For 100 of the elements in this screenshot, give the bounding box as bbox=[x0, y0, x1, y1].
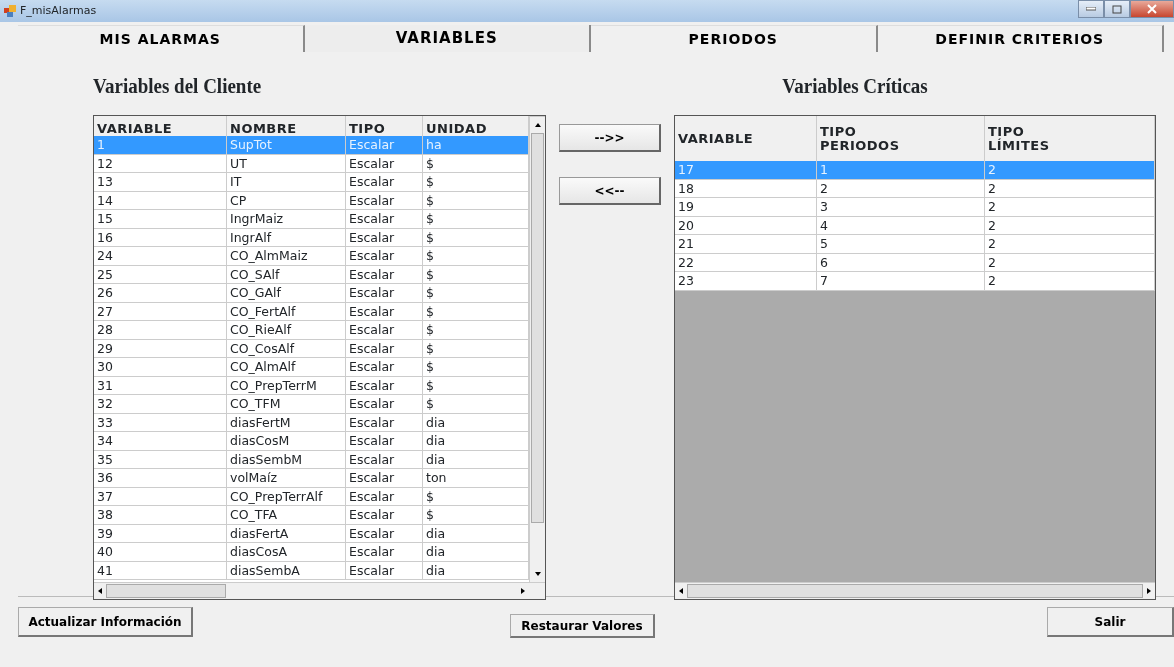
table-cell: Escalar bbox=[346, 302, 423, 320]
app-icon bbox=[4, 5, 16, 17]
section-heading: Variables del Cliente bbox=[93, 72, 263, 99]
table-cell: CO_CosAlf bbox=[227, 339, 346, 357]
table-row[interactable]: 33 diasFertM Escalar dia bbox=[94, 413, 529, 432]
maximize-button[interactable] bbox=[1104, 0, 1130, 18]
table-cell: 38 bbox=[94, 506, 227, 524]
horizontal-scrollbar[interactable] bbox=[675, 582, 1155, 599]
table-cell: Escalar bbox=[346, 173, 423, 191]
table-cell: CO_PrepTerrAlf bbox=[227, 487, 346, 505]
table-row[interactable]: 15 IngrMaiz Escalar $ bbox=[94, 210, 529, 229]
table-cell: Escalar bbox=[346, 265, 423, 283]
table-cell: diasCosM bbox=[227, 432, 346, 450]
table-row[interactable]: 32 CO_TFM Escalar $ bbox=[94, 395, 529, 414]
table-cell: Escalar bbox=[346, 469, 423, 487]
table-cell: 37 bbox=[94, 487, 227, 505]
table-row[interactable]: 37 CO_PrepTerrAlf Escalar $ bbox=[94, 487, 529, 506]
table-row[interactable]: 31 CO_PrepTerrM Escalar $ bbox=[94, 376, 529, 395]
table-cell: 22 bbox=[675, 253, 817, 271]
exit-button[interactable]: Salir bbox=[1047, 607, 1174, 637]
table-cell: 21 bbox=[675, 235, 817, 253]
table-cell: CP bbox=[227, 191, 346, 209]
table-cell: Escalar bbox=[346, 136, 423, 154]
table-cell: 35 bbox=[94, 450, 227, 468]
table-row[interactable]: 20 4 2 bbox=[675, 216, 1155, 235]
table-cell: Escalar bbox=[346, 247, 423, 265]
table-cell: 2 bbox=[985, 198, 1155, 216]
close-icon bbox=[1147, 4, 1157, 14]
table-row[interactable]: 21 5 2 bbox=[675, 235, 1155, 254]
table-cell: 13 bbox=[94, 173, 227, 191]
table-row[interactable]: 34 diasCosM Escalar dia bbox=[94, 432, 529, 451]
section-heading: Variables Críticas bbox=[781, 72, 929, 99]
table-row[interactable]: 24 CO_AlmMaiz Escalar $ bbox=[94, 247, 529, 266]
table-row[interactable]: 41 diasSembA Escalar dia bbox=[94, 561, 529, 580]
table-cell: 15 bbox=[94, 210, 227, 228]
table-row[interactable]: 25 CO_SAlf Escalar $ bbox=[94, 265, 529, 284]
table-cell: Escalar bbox=[346, 376, 423, 394]
table-row[interactable]: 22 6 2 bbox=[675, 253, 1155, 272]
table-cell: CO_GAlf bbox=[227, 284, 346, 302]
add-button[interactable]: -->> bbox=[559, 124, 661, 152]
table-cell: 27 bbox=[94, 302, 227, 320]
table-cell: diasCosA bbox=[227, 543, 346, 561]
table-row[interactable]: 14 CP Escalar $ bbox=[94, 191, 529, 210]
table-cell: CO_PrepTerrM bbox=[227, 376, 346, 394]
table-row[interactable]: 19 3 2 bbox=[675, 198, 1155, 217]
update-button[interactable]: Actualizar Información bbox=[18, 607, 193, 637]
table-cell: CO_AlmMaiz bbox=[227, 247, 346, 265]
table-row[interactable]: 28 CO_RieAlf Escalar $ bbox=[94, 321, 529, 340]
table-cell: Escalar bbox=[346, 339, 423, 357]
table-cell: volMaíz bbox=[227, 469, 346, 487]
table-cell: 2 bbox=[817, 179, 985, 197]
table-row[interactable]: 38 CO_TFA Escalar $ bbox=[94, 506, 529, 525]
table-row[interactable]: 18 2 2 bbox=[675, 179, 1155, 198]
column-header: TIPO bbox=[349, 122, 386, 136]
table-cell: 26 bbox=[94, 284, 227, 302]
minimize-button[interactable] bbox=[1078, 0, 1104, 18]
table-row[interactable]: 16 IngrAlf Escalar $ bbox=[94, 228, 529, 247]
table-row[interactable]: 27 CO_FertAlf Escalar $ bbox=[94, 302, 529, 321]
table-row[interactable]: 39 diasFertA Escalar dia bbox=[94, 524, 529, 543]
table-row[interactable]: 29 CO_CosAlf Escalar $ bbox=[94, 339, 529, 358]
table-cell: 7 bbox=[817, 272, 985, 290]
table-row[interactable]: 40 diasCosA Escalar dia bbox=[94, 543, 529, 562]
column-header: VARIABLE bbox=[678, 131, 754, 146]
table-row[interactable]: 13 IT Escalar $ bbox=[94, 173, 529, 192]
table-cell: 29 bbox=[94, 339, 227, 357]
table-cell: 17 bbox=[675, 161, 817, 179]
table-cell: 36 bbox=[94, 469, 227, 487]
table-cell: 1 bbox=[94, 136, 227, 154]
table-cell: Escalar bbox=[346, 506, 423, 524]
tab[interactable]: PERIODOS bbox=[591, 25, 878, 52]
table-row[interactable]: 12 UT Escalar $ bbox=[94, 154, 529, 173]
table-cell: 41 bbox=[94, 561, 227, 579]
table-row[interactable]: 35 diasSembM Escalar dia bbox=[94, 450, 529, 469]
horizontal-scrollbar[interactable] bbox=[94, 582, 545, 599]
table-cell: Escalar bbox=[346, 561, 423, 579]
table-cell: 39 bbox=[94, 524, 227, 542]
table-row[interactable]: 23 7 2 bbox=[675, 272, 1155, 291]
tab[interactable]: DEFINIR CRITERIOS bbox=[877, 25, 1164, 52]
table-cell: Escalar bbox=[346, 450, 423, 468]
table-cell: 2 bbox=[985, 179, 1155, 197]
table-cell: Escalar bbox=[346, 284, 423, 302]
close-button[interactable] bbox=[1130, 0, 1174, 18]
table-row[interactable]: 30 CO_AlmAlf Escalar $ bbox=[94, 358, 529, 377]
table-cell: IngrAlf bbox=[227, 228, 346, 246]
table-row[interactable]: 36 volMaíz Escalar ton bbox=[94, 469, 529, 488]
table-cell: CO_SAlf bbox=[227, 265, 346, 283]
table-cell: Escalar bbox=[346, 191, 423, 209]
tab[interactable]: MIS ALARMAS bbox=[18, 25, 305, 52]
table-cell: 30 bbox=[94, 358, 227, 376]
table-cell: Escalar bbox=[346, 487, 423, 505]
vertical-scrollbar[interactable] bbox=[529, 116, 545, 582]
table-cell: 32 bbox=[94, 395, 227, 413]
remove-button[interactable]: <<-- bbox=[559, 177, 661, 205]
restore-button[interactable]: Restaurar Valores bbox=[510, 614, 655, 638]
table-cell: SupTot bbox=[227, 136, 346, 154]
maximize-icon bbox=[1112, 4, 1122, 14]
table-cell: UT bbox=[227, 154, 346, 172]
table-cell: 16 bbox=[94, 228, 227, 246]
table-cell: 3 bbox=[817, 198, 985, 216]
table-row[interactable]: 26 CO_GAlf Escalar $ bbox=[94, 284, 529, 303]
